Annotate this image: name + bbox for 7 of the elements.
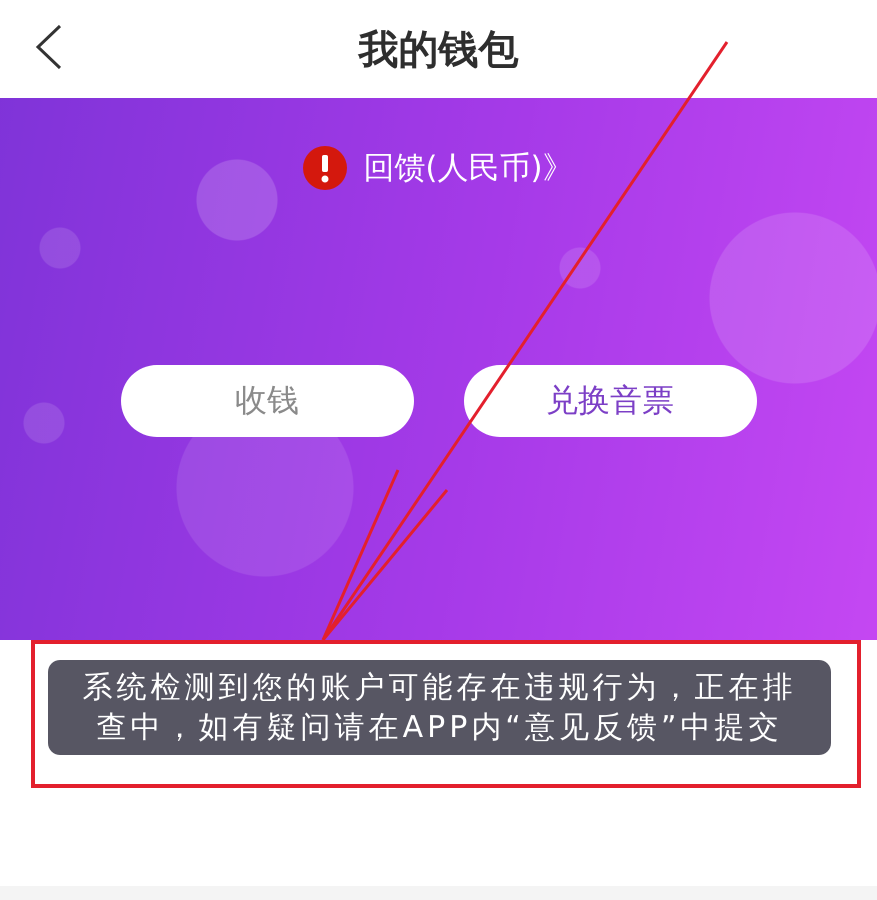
- exchange-button[interactable]: 兑换音票: [464, 365, 756, 437]
- toast-message: 系统检测到您的账户可能存在违规行为，正在排查中，如有疑问请在APP内“意见反馈”中提交: [48, 660, 831, 755]
- alert-link[interactable]: 回馈(人民币)》: [303, 146, 574, 190]
- page-title: 我的钱包: [358, 26, 518, 74]
- back-icon[interactable]: [34, 24, 64, 70]
- receive-button[interactable]: 收钱: [120, 365, 414, 437]
- warning-icon: [303, 146, 348, 190]
